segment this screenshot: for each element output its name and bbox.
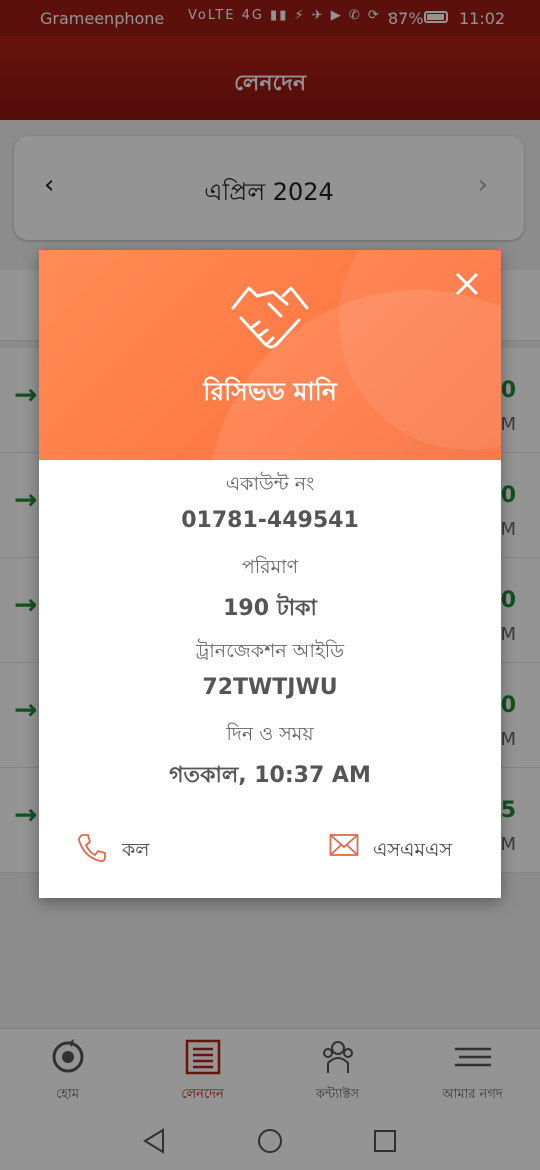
amount-value: 190 টাকা (223, 596, 317, 621)
transaction-id-value: 72TWTJWU (202, 675, 338, 700)
amount-label: পরিমাণ (241, 556, 299, 578)
call-label: কল (122, 839, 150, 861)
account-value: 01781-449541 (181, 508, 359, 533)
account-label: একাউন্ট নং (225, 473, 315, 495)
handshake-icon (231, 286, 309, 349)
sms-button[interactable]: এসএমএস (329, 828, 479, 868)
modal-header: রিসিভড মানি (39, 250, 501, 460)
modal-title: রিসিভড মানি (203, 377, 337, 406)
transaction-id-label: ট্রানজেকশন আইডি (195, 640, 345, 662)
call-button[interactable]: কল (76, 828, 206, 868)
datetime-label: দিন ও সময় (226, 723, 314, 745)
close-icon[interactable] (451, 268, 483, 300)
mail-icon (329, 834, 359, 856)
sms-label: এসএমএস (373, 839, 453, 861)
transaction-detail-modal: রিসিভড মানি একাউন্ট নং 01781-449541 পরিম… (39, 250, 501, 898)
phone-icon (78, 834, 106, 863)
datetime-value: গতকাল, 10:37 AM (169, 763, 371, 788)
